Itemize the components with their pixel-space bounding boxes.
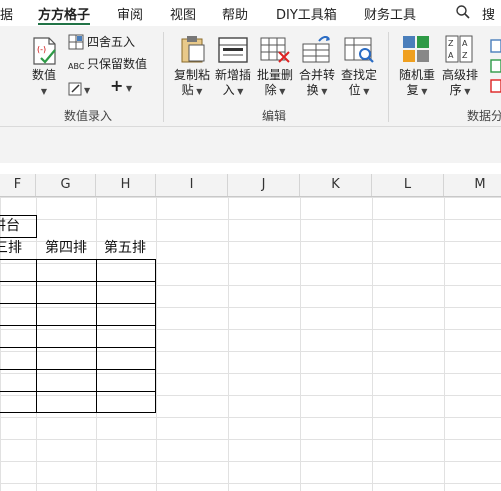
advanced-sort-button[interactable]: 高级排 序 ▼ [438, 68, 482, 99]
batch-delete-label-2: 除 [264, 83, 277, 97]
plus-icon[interactable]: + [110, 78, 123, 94]
merge-convert-label-2: 换 [306, 83, 319, 97]
group-label-data-analysis: 数据分 [467, 109, 501, 123]
column-header-row: F G H I J K L M [0, 174, 501, 197]
numeric-icon: (-) [31, 36, 59, 70]
insert-rows-icon [218, 36, 248, 68]
table-border [0, 325, 156, 326]
grid-column-line [444, 197, 445, 491]
find-locate-button[interactable]: 查找定 位 ▼ [338, 68, 380, 99]
insert-new-label: 新增插 [214, 68, 251, 82]
menu-view[interactable]: 视图 [170, 4, 196, 23]
svg-text:A: A [448, 51, 454, 60]
table-border [0, 412, 156, 413]
column-header-i[interactable]: I [156, 174, 228, 196]
batch-delete-button[interactable]: 批量删 除 ▼ [254, 68, 296, 99]
svg-text:(-): (-) [37, 45, 46, 54]
column-header-k[interactable]: K [300, 174, 372, 196]
insert-new-button[interactable]: 新增插 入 ▼ [212, 68, 254, 99]
ribbon: (-) 数值 ▼ 四舍五入 ABC 只保留数值 ▼ + ▼ 数值录入 复制粘 贴… [0, 26, 501, 127]
column-header-m[interactable]: M [444, 174, 501, 196]
side-tool-icon[interactable] [490, 38, 501, 102]
search-icon[interactable] [455, 4, 471, 24]
random-reorder-icon [401, 34, 431, 68]
advanced-sort-icon: ZAAZ [444, 34, 474, 68]
plus-dropdown-caret[interactable]: ▼ [126, 80, 132, 96]
copy-paste-label: 复制粘 [173, 68, 210, 82]
copy-paste-label-2: 贴 [181, 83, 194, 97]
group-separator [388, 32, 389, 122]
find-locate-icon [343, 36, 375, 68]
table-border [0, 303, 156, 304]
menu-diy-toolbox[interactable]: DIY工具箱 [276, 4, 337, 23]
batch-delete-label: 批量删 [256, 68, 293, 82]
round-icon [68, 34, 84, 54]
svg-text:A: A [462, 39, 468, 48]
table-border [0, 391, 156, 392]
table-border [0, 347, 156, 348]
numeric-button-label: 数值 [31, 68, 56, 82]
menu-bar: 据 方方格子 审阅 视图 帮助 DIY工具箱 财务工具 搜 [0, 0, 501, 26]
edit-note-icon[interactable]: ▼ [68, 81, 92, 100]
cell-h10[interactable]: 第五排 [104, 237, 146, 259]
group-label-numeric-entry: 数值录入 [64, 109, 113, 123]
menu-review[interactable]: 审阅 [117, 4, 143, 23]
svg-text:Z: Z [448, 39, 454, 48]
active-tab-underline [38, 23, 90, 25]
table-border [0, 369, 156, 370]
group-label-edit: 编辑 [262, 109, 287, 123]
grid-column-line [372, 197, 373, 491]
advanced-sort-label: 高级排 [441, 68, 478, 82]
find-locate-label: 查找定 [340, 68, 377, 82]
grid-column-line [156, 197, 157, 491]
copy-paste-button[interactable]: 复制粘 贴 ▼ [171, 68, 213, 99]
menu-finance-tools[interactable]: 财务工具 [364, 4, 416, 23]
random-reorder-label-2: 复 [406, 83, 419, 97]
insert-new-label-2: 入 [222, 83, 235, 97]
find-locate-label-2: 位 [348, 83, 361, 97]
menu-fangfang[interactable]: 方方格子 [38, 4, 90, 23]
table-border [0, 259, 156, 260]
cell-g10[interactable]: 第四排 [45, 237, 87, 259]
random-reorder-button[interactable]: 随机重 复 ▼ [396, 68, 438, 99]
chevron-down-icon: ▼ [40, 87, 48, 96]
formula-bar-area [0, 127, 501, 163]
table-border [155, 259, 156, 413]
round-button[interactable]: 四舍五入 [87, 35, 135, 50]
advanced-sort-label-2: 序 [449, 83, 462, 97]
table-border [96, 259, 97, 413]
abc-badge: ABC [68, 62, 85, 71]
random-reorder-label: 随机重 [398, 68, 435, 82]
clipboard-icon [179, 34, 207, 68]
batch-delete-icon [259, 36, 291, 68]
cell-f10[interactable]: 三排 [0, 237, 22, 259]
grid-column-line [300, 197, 301, 491]
merge-convert-button[interactable]: 合并转 换 ▼ [296, 68, 338, 99]
merge-convert-icon [301, 34, 333, 68]
column-header-f[interactable]: F [0, 174, 36, 196]
group-separator [163, 32, 164, 122]
column-header-j[interactable]: J [228, 174, 300, 196]
search-label[interactable]: 搜 [482, 4, 495, 23]
menu-data[interactable]: 据 [0, 4, 13, 23]
cell-f9[interactable]: 讲台 [0, 215, 20, 237]
merge-convert-label: 合并转 [298, 68, 335, 82]
column-header-l[interactable]: L [372, 174, 444, 196]
table-border [36, 259, 37, 413]
svg-text:Z: Z [462, 51, 468, 60]
svg-text:▼: ▼ [84, 86, 91, 95]
grid-column-line [228, 197, 229, 491]
table-border [0, 281, 156, 282]
column-header-h[interactable]: H [96, 174, 156, 196]
keep-values-button[interactable]: 只保留数值 [87, 57, 147, 72]
menu-help[interactable]: 帮助 [222, 4, 248, 23]
numeric-button[interactable]: 数值 ▼ [28, 68, 60, 99]
column-header-g[interactable]: G [36, 174, 96, 196]
